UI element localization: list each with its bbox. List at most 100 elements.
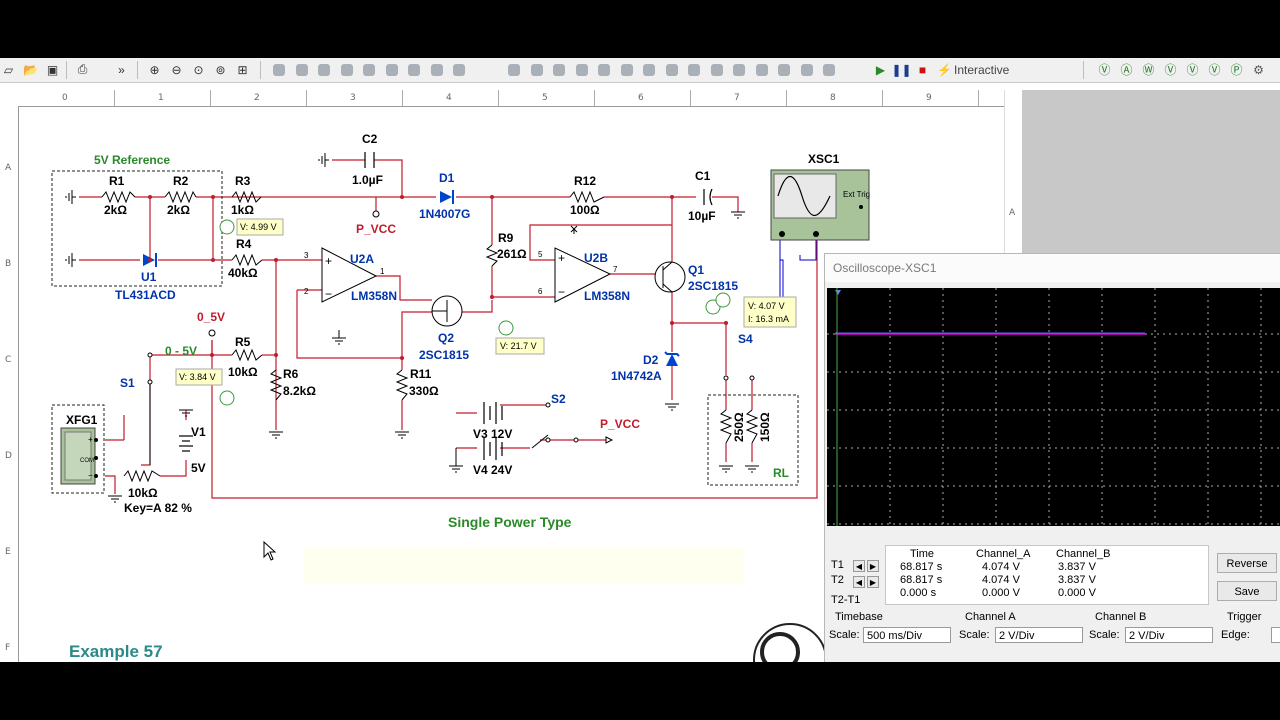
channel-b-scale-label: Scale: — [1089, 629, 1120, 641]
interactive-icon[interactable]: ⚡ — [936, 61, 953, 78]
ruler-row-label: A — [1009, 208, 1016, 218]
diff-channel-b: 0.000 V — [1058, 587, 1096, 599]
label-u2b: U2B — [584, 251, 608, 265]
toolbar-separator — [66, 61, 67, 79]
component-button[interactable] — [823, 64, 835, 76]
component-button[interactable] — [665, 64, 678, 76]
osc-grid — [827, 288, 1280, 526]
probe-ref-icon[interactable]: Ⓥ — [1184, 61, 1201, 78]
component-button[interactable] — [295, 64, 308, 76]
component-button[interactable] — [408, 64, 420, 76]
pause-icon[interactable]: ❚❚ — [891, 61, 911, 78]
label-c1: C1 — [695, 169, 711, 183]
run-icon[interactable]: ▶ — [872, 61, 889, 78]
zoom-sheet-icon[interactable]: ⊚ — [212, 61, 229, 78]
component-button[interactable] — [508, 64, 520, 76]
component-button[interactable] — [710, 64, 723, 76]
channel-a-scale-input[interactable]: 2 V/Div — [995, 627, 1083, 643]
label-u1: U1 — [141, 270, 157, 284]
measurement-panel: Time Channel_A Channel_B 68.817 s 4.074 … — [885, 545, 1209, 605]
label-q1: Q1 — [688, 263, 704, 277]
zoom-fit-icon[interactable]: ⊞ — [234, 61, 251, 78]
r2-symbol — [164, 190, 197, 204]
rl-250-symbol — [719, 409, 733, 444]
t2-channel-b: 3.837 V — [1058, 574, 1096, 586]
probe-digital-icon[interactable]: Ⓥ — [1206, 61, 1223, 78]
label-c2-value: 1.0µF — [352, 173, 383, 187]
component-button[interactable] — [553, 64, 565, 76]
zoom-in-icon[interactable]: ⊕ — [146, 61, 163, 78]
svg-text:+: + — [325, 254, 332, 268]
batteries[interactable] — [179, 402, 503, 460]
component-button[interactable] — [385, 64, 398, 76]
cursor-t1-marker[interactable] — [835, 290, 841, 295]
gear-icon[interactable]: ⚙ — [1250, 61, 1267, 78]
label-single-power: Single Power Type — [448, 514, 572, 530]
edge-rising-button[interactable] — [1271, 627, 1280, 643]
ruler-tick — [306, 90, 307, 106]
channel-b-scale-input[interactable]: 2 V/Div — [1125, 627, 1213, 643]
toolbar-separator — [260, 61, 261, 79]
label-r1: R1 — [109, 174, 125, 188]
component-button[interactable] — [530, 64, 543, 76]
component-button[interactable] — [575, 64, 588, 76]
overflow-chevron[interactable]: » — [113, 61, 130, 78]
ruler-tick — [402, 90, 403, 106]
xfg1-generator[interactable]: + COM − — [60, 427, 98, 485]
interactive-mode-label[interactable]: Interactive — [954, 63, 1009, 77]
probe-settings-icon[interactable]: Ⓟ — [1228, 61, 1245, 78]
component-button[interactable] — [363, 64, 375, 76]
probe-power-icon[interactable]: Ⓦ — [1140, 61, 1157, 78]
print-icon[interactable]: ⎙ — [74, 61, 91, 78]
d2-symbol — [666, 354, 678, 366]
pvcc-connector-2 — [605, 436, 614, 444]
label-r3-value: 1kΩ — [231, 203, 254, 217]
t1-right-arrow-icon[interactable]: ▶ — [867, 560, 879, 572]
probe-diff-icon[interactable]: Ⓥ — [1162, 61, 1179, 78]
label-r5-value: 10kΩ — [228, 365, 258, 379]
component-button[interactable] — [318, 64, 330, 76]
oscilloscope-screen[interactable] — [827, 288, 1280, 526]
t1-left-arrow-icon[interactable]: ◀ — [853, 560, 865, 572]
oscilloscope-window[interactable]: Oscilloscope-XSC1 ‹ Time Channel_A Chann… — [824, 253, 1280, 662]
label-r11-value: 330Ω — [409, 384, 439, 398]
pin-label: 1 — [380, 267, 385, 276]
component-button[interactable] — [778, 64, 790, 76]
component-button[interactable] — [620, 64, 633, 76]
ruler-row-label: E — [5, 547, 11, 557]
stop-icon[interactable]: ■ — [914, 61, 931, 78]
reverse-button[interactable]: Reverse — [1217, 553, 1277, 573]
label-xsc1: XSC1 — [808, 152, 840, 166]
component-button[interactable] — [643, 64, 655, 76]
scrollbar[interactable]: ‹ — [825, 511, 1280, 525]
probe-current-icon[interactable]: Ⓐ — [1118, 61, 1135, 78]
t2-left-arrow-icon[interactable]: ◀ — [853, 576, 865, 588]
component-button[interactable] — [800, 64, 813, 76]
zoom-area-icon[interactable]: ⊙ — [190, 61, 207, 78]
component-button[interactable] — [755, 64, 768, 76]
header-channel-a: Channel_A — [976, 548, 1031, 560]
component-button[interactable] — [273, 64, 285, 76]
component-button[interactable] — [453, 64, 465, 76]
oscilloscope-title[interactable]: Oscilloscope-XSC1 — [825, 254, 1280, 282]
t2-right-arrow-icon[interactable]: ▶ — [867, 576, 879, 588]
diff-label: T2-T1 — [831, 594, 861, 606]
component-button[interactable] — [598, 64, 610, 76]
zoom-out-icon[interactable]: ⊖ — [168, 61, 185, 78]
t2-time: 68.817 s — [900, 574, 943, 586]
label-d1-value: 1N4007G — [419, 207, 470, 221]
component-button[interactable] — [430, 64, 443, 76]
timebase-scale-input[interactable]: 500 ms/Div — [863, 627, 951, 643]
new-icon[interactable]: ▱ — [0, 61, 17, 78]
component-button[interactable] — [340, 64, 353, 76]
probe-voltage-icon[interactable]: Ⓥ — [1096, 61, 1113, 78]
xsc1-oscilloscope[interactable] — [770, 169, 870, 241]
label-r4: R4 — [236, 237, 252, 251]
open-icon[interactable]: 📂 — [22, 61, 39, 78]
pot-symbol — [123, 469, 161, 483]
component-button[interactable] — [733, 64, 745, 76]
save-icon[interactable]: ▣ — [44, 61, 61, 78]
save-button[interactable]: Save — [1217, 581, 1277, 601]
component-button[interactable] — [688, 64, 700, 76]
5v-reference-box — [51, 170, 223, 287]
